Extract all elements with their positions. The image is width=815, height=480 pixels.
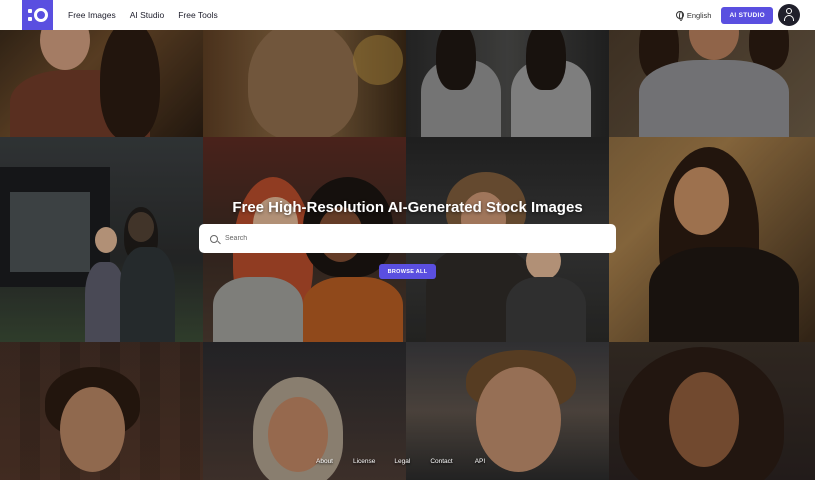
photo-tile[interactable] [406, 30, 609, 137]
footer-link-api[interactable]: API [475, 458, 485, 465]
photo-tile[interactable] [609, 342, 815, 480]
ai-studio-button[interactable]: AI STUDIO [721, 6, 773, 24]
search-icon [210, 234, 218, 243]
photo-tile[interactable] [0, 342, 203, 480]
nav-free-images[interactable]: Free Images [68, 10, 116, 20]
language-label: English [686, 10, 712, 20]
nav-free-tools[interactable]: Free Tools [178, 10, 218, 20]
photo-tile[interactable] [203, 30, 406, 137]
photo-tile[interactable] [0, 30, 203, 137]
footer-links: About License Legal Contact API [316, 458, 485, 465]
photo-tile[interactable] [609, 137, 815, 342]
footer-link-about[interactable]: About [316, 458, 333, 465]
browse-all-button[interactable]: BROWSE ALL [379, 264, 436, 279]
language-selector[interactable]: English [675, 10, 712, 21]
footer-link-legal[interactable]: Legal [394, 458, 410, 465]
footer-link-license[interactable]: License [353, 458, 375, 465]
nav-ai-studio[interactable]: AI Studio [130, 10, 165, 20]
user-avatar-icon[interactable] [778, 4, 800, 26]
footer-link-contact[interactable]: Contact [430, 458, 452, 465]
search-bar[interactable] [199, 224, 616, 253]
photo-tile[interactable] [0, 137, 203, 342]
search-input[interactable] [225, 235, 605, 242]
photo-tile[interactable] [609, 30, 815, 137]
logo-icon[interactable] [22, 0, 53, 30]
hero-title: Free High-Resolution AI-Generated Stock … [232, 199, 583, 216]
globe-icon [675, 11, 684, 21]
photo-grid [0, 30, 815, 480]
header-right: English AI STUDIO [675, 4, 800, 26]
top-nav-bar: Free Images AI Studio Free Tools English… [0, 0, 815, 30]
main-nav: Free Images AI Studio Free Tools [68, 10, 218, 20]
